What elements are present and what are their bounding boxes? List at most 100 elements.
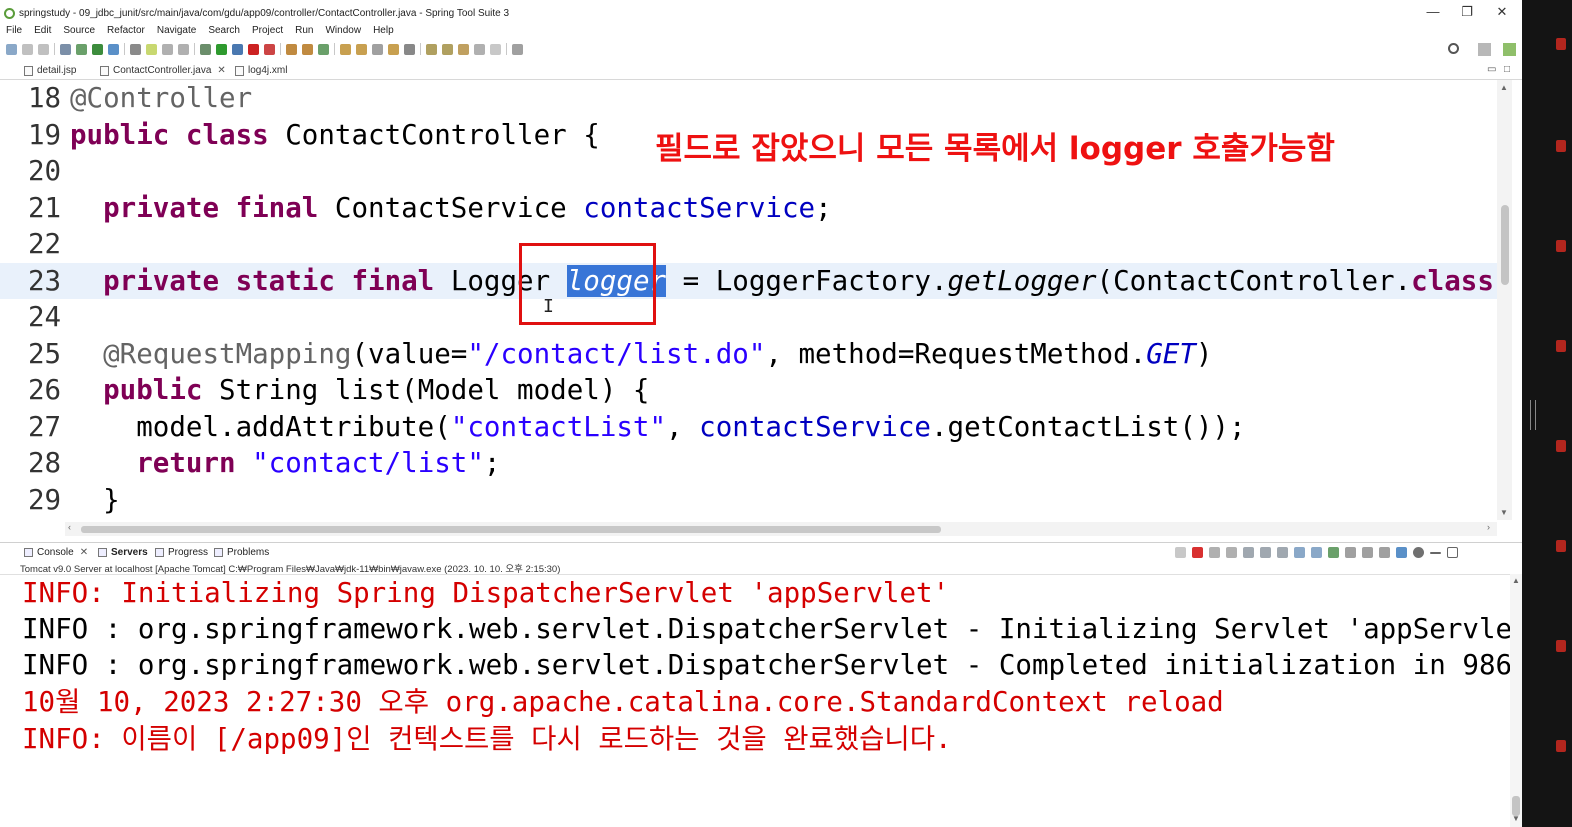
block-select-icon[interactable] bbox=[162, 43, 173, 55]
show-stdout-icon[interactable] bbox=[1294, 547, 1305, 558]
stop-icon[interactable] bbox=[248, 43, 259, 55]
debug-view-icon[interactable] bbox=[1396, 547, 1407, 558]
menu-help[interactable]: Help bbox=[367, 23, 400, 38]
menu-run[interactable]: Run bbox=[289, 23, 319, 38]
new-package-icon[interactable] bbox=[286, 43, 297, 55]
tab-problems[interactable]: Problems bbox=[214, 545, 269, 560]
boot-dashboard-icon[interactable] bbox=[108, 43, 119, 55]
whitespace-icon[interactable] bbox=[178, 43, 189, 55]
tab-label: Problems bbox=[227, 547, 270, 558]
maximize-view-icon[interactable] bbox=[1447, 547, 1458, 558]
tab-contact-controller-java[interactable]: ContactController.java ✕ bbox=[100, 62, 226, 80]
code-token: GET bbox=[1146, 337, 1196, 370]
open-console-icon[interactable] bbox=[1362, 547, 1373, 558]
scroll-thumb[interactable] bbox=[81, 526, 941, 533]
scroll-up-icon[interactable]: ▲ bbox=[1512, 576, 1520, 585]
maximize-editor-icon[interactable]: □ bbox=[1504, 64, 1510, 75]
display-console-icon[interactable] bbox=[1345, 547, 1356, 558]
last-edit-icon[interactable] bbox=[458, 43, 469, 55]
globe-icon[interactable] bbox=[404, 43, 415, 55]
save-all-icon[interactable] bbox=[38, 43, 49, 55]
forward-icon[interactable] bbox=[490, 43, 501, 55]
open-type-icon[interactable] bbox=[340, 43, 351, 55]
coverage-icon[interactable] bbox=[232, 43, 243, 55]
minimize-view-icon[interactable] bbox=[1430, 552, 1441, 554]
scroll-lock-icon[interactable] bbox=[1260, 547, 1271, 558]
external-tools-icon[interactable] bbox=[264, 43, 275, 55]
code-text: } bbox=[70, 482, 120, 518]
scroll-down-icon[interactable]: ▼ bbox=[1500, 508, 1508, 517]
minimize-editor-icon[interactable]: ▭ bbox=[1487, 64, 1496, 75]
debug-run-icon[interactable] bbox=[200, 43, 211, 55]
code-token: public bbox=[70, 374, 220, 406]
console-description: Tomcat v9.0 Server at localhost [Apache … bbox=[20, 564, 561, 575]
stop-icon[interactable] bbox=[1192, 547, 1203, 558]
terminate-icon[interactable] bbox=[1175, 547, 1186, 558]
editor-vertical-scrollbar[interactable]: ▲ ▼ bbox=[1497, 80, 1512, 520]
line-number: 29 bbox=[28, 483, 62, 516]
code-token: @RequestMapping bbox=[70, 337, 352, 370]
menu-edit[interactable]: Edit bbox=[28, 23, 57, 38]
code-token: String list(Model model) { bbox=[219, 374, 650, 406]
scroll-thumb[interactable] bbox=[1501, 205, 1509, 285]
new-icon[interactable] bbox=[6, 43, 17, 55]
scroll-thumb[interactable] bbox=[1512, 796, 1520, 816]
next-annotation-icon[interactable] bbox=[426, 43, 437, 55]
spring-perspective-icon[interactable] bbox=[1503, 43, 1516, 56]
minimize-button[interactable]: — bbox=[1418, 4, 1448, 20]
tab-log4j-xml[interactable]: log4j.xml bbox=[235, 62, 287, 80]
spring-icon[interactable] bbox=[92, 43, 103, 55]
run-icon[interactable] bbox=[216, 43, 227, 55]
restore-button[interactable]: ❐ bbox=[1452, 4, 1482, 20]
show-stderr-icon[interactable] bbox=[1311, 547, 1322, 558]
remove-all-icon[interactable] bbox=[1226, 547, 1237, 558]
new-class-icon[interactable] bbox=[302, 43, 313, 55]
editor-tab-bar: detail.jsp ContactController.java ✕ log4… bbox=[0, 62, 1522, 80]
previous-annotation-icon[interactable] bbox=[442, 43, 453, 55]
remove-launch-icon[interactable] bbox=[1209, 547, 1220, 558]
highlight-icon[interactable] bbox=[146, 43, 157, 55]
search-icon[interactable] bbox=[1448, 43, 1459, 54]
console-output[interactable]: INFO: Initializing Spring DispatcherServ… bbox=[0, 574, 1522, 827]
tab-progress[interactable]: Progress bbox=[155, 545, 208, 560]
pin-console-icon[interactable] bbox=[1328, 547, 1339, 558]
scroll-up-icon[interactable]: ▲ bbox=[1500, 83, 1508, 92]
tab-servers[interactable]: Servers bbox=[98, 545, 148, 560]
clear-console-icon[interactable] bbox=[1243, 547, 1254, 558]
menu-file[interactable]: File bbox=[0, 23, 28, 38]
editor-horizontal-scrollbar[interactable]: ‹ › bbox=[65, 522, 1497, 536]
code-token: , method=RequestMethod. bbox=[765, 337, 1147, 370]
menu-window[interactable]: Window bbox=[319, 23, 367, 38]
pin-editor-icon[interactable] bbox=[512, 43, 523, 55]
pin-icon[interactable] bbox=[130, 43, 141, 55]
back-icon[interactable] bbox=[474, 43, 485, 55]
open-perspective-icon[interactable] bbox=[1478, 43, 1491, 56]
splitter-handle[interactable] bbox=[1530, 400, 1536, 430]
console-vertical-scrollbar[interactable]: ▲ ▼ bbox=[1510, 574, 1522, 827]
open-task-icon[interactable] bbox=[356, 43, 367, 55]
menu-refactor[interactable]: Refactor bbox=[101, 23, 151, 38]
search-tool-icon[interactable] bbox=[372, 43, 383, 55]
folder-icon[interactable] bbox=[388, 43, 399, 55]
menu-source[interactable]: Source bbox=[57, 23, 101, 38]
scroll-down-icon[interactable]: ▼ bbox=[1512, 814, 1520, 823]
view-menu-icon[interactable] bbox=[1379, 547, 1390, 558]
new-bean-icon[interactable] bbox=[318, 43, 329, 55]
close-tab-icon[interactable]: ✕ bbox=[80, 545, 88, 560]
save-icon[interactable] bbox=[22, 43, 33, 55]
problems-icon bbox=[214, 548, 223, 557]
close-tab-icon[interactable]: ✕ bbox=[217, 62, 225, 80]
menu-project[interactable]: Project bbox=[246, 23, 289, 38]
scroll-right-icon[interactable]: › bbox=[1487, 522, 1490, 532]
settings-icon[interactable] bbox=[1413, 547, 1424, 558]
code-editor[interactable]: 18 @Controller 19 public class ContactContr… bbox=[0, 80, 1512, 520]
menu-navigate[interactable]: Navigate bbox=[151, 23, 202, 38]
tab-console[interactable]: Console ✕ bbox=[24, 545, 88, 560]
menu-search[interactable]: Search bbox=[202, 23, 246, 38]
scroll-left-icon[interactable]: ‹ bbox=[68, 522, 71, 532]
terminal-icon[interactable] bbox=[60, 43, 71, 55]
word-wrap-icon[interactable] bbox=[1277, 547, 1288, 558]
debug-icon[interactable] bbox=[76, 43, 87, 55]
tab-detail-jsp[interactable]: detail.jsp bbox=[24, 62, 76, 80]
close-button[interactable]: ✕ bbox=[1487, 4, 1517, 20]
